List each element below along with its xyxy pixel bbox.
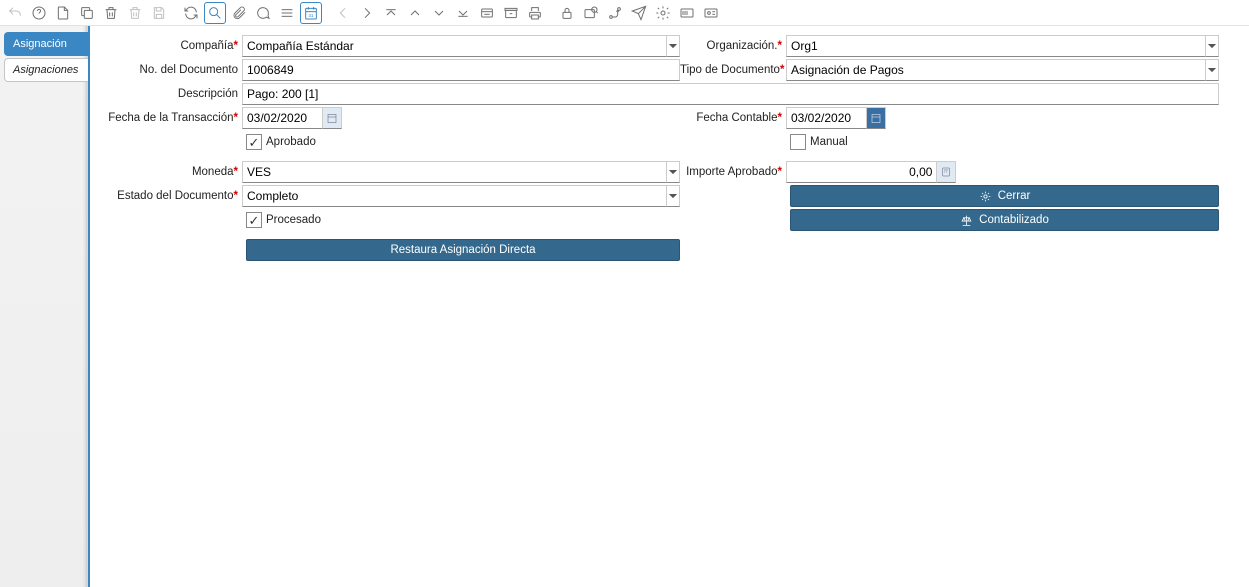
company-field[interactable]: [242, 35, 666, 57]
info-product-icon[interactable]: [676, 2, 698, 24]
label-approvedamt: Importe Aprobado*: [680, 166, 786, 178]
label-docno: No. del Documento: [100, 64, 242, 76]
chat-icon[interactable]: [252, 2, 274, 24]
posted-button[interactable]: Contabilizado: [790, 209, 1219, 231]
child-record-icon[interactable]: [452, 2, 474, 24]
delete-icon[interactable]: [100, 2, 122, 24]
delete-selection-icon[interactable]: [124, 2, 146, 24]
label-acctdate: Fecha Contable*: [680, 112, 786, 124]
doctype-dropdown-button[interactable]: [1205, 59, 1219, 81]
attachment-icon[interactable]: [228, 2, 250, 24]
acctdate-picker-button[interactable]: [866, 107, 886, 129]
info-bp-icon[interactable]: [700, 2, 722, 24]
label-org: Organización.*: [680, 40, 786, 52]
currency-dropdown-button[interactable]: [666, 161, 680, 183]
sidebar-tab-asignaciones[interactable]: Asignaciones: [4, 58, 88, 82]
nav-forward-icon[interactable]: [356, 2, 378, 24]
print-icon[interactable]: [524, 2, 546, 24]
gear-icon: [979, 190, 992, 203]
prev-record-icon[interactable]: [404, 2, 426, 24]
processed-label: Procesado: [266, 214, 321, 226]
label-company: Compañía*: [100, 40, 242, 52]
manual-checkbox[interactable]: [790, 134, 806, 150]
refresh-icon[interactable]: [180, 2, 202, 24]
gear-icon[interactable]: [652, 2, 674, 24]
form-content: Compañía* Organización.* No. del Documen…: [88, 26, 1249, 587]
svg-text:31: 31: [308, 13, 314, 18]
label-trxdate: Fecha de la Transacción*: [100, 112, 242, 124]
request-icon[interactable]: [628, 2, 650, 24]
label-doctype: Tipo de Documento*: [680, 64, 786, 76]
toggle-grid-icon[interactable]: [276, 2, 298, 24]
sidebar: Asignación Asignaciones: [0, 26, 88, 587]
docstatus-field[interactable]: [242, 185, 666, 207]
manual-label: Manual: [810, 136, 848, 148]
label-currency: Moneda*: [100, 166, 242, 178]
approved-label: Aprobado: [266, 136, 316, 148]
approvedamt-calc-button[interactable]: [936, 161, 956, 183]
label-desc: Descripción: [100, 88, 242, 100]
close-button[interactable]: Cerrar: [790, 185, 1219, 207]
parent-record-icon[interactable]: [380, 2, 402, 24]
sidebar-tab-asignacion[interactable]: Asignación: [4, 32, 88, 56]
save-icon[interactable]: [148, 2, 170, 24]
currency-field[interactable]: [242, 161, 666, 183]
calendar-icon[interactable]: 31: [300, 2, 322, 24]
undo-icon[interactable]: [4, 2, 26, 24]
docno-field[interactable]: [242, 59, 680, 81]
lock-icon[interactable]: [556, 2, 578, 24]
docstatus-dropdown-button[interactable]: [666, 185, 680, 207]
approved-checkbox[interactable]: [246, 134, 262, 150]
trxdate-field[interactable]: [242, 107, 322, 129]
archive-icon[interactable]: [500, 2, 522, 24]
trxdate-picker-button[interactable]: [322, 107, 342, 129]
copy-icon[interactable]: [76, 2, 98, 24]
zoom-across-icon[interactable]: [580, 2, 602, 24]
processed-checkbox[interactable]: [246, 212, 262, 228]
acctdate-field[interactable]: [786, 107, 866, 129]
new-icon[interactable]: [52, 2, 74, 24]
label-docstatus: Estado del Documento*: [100, 190, 242, 202]
workflow-icon[interactable]: [604, 2, 626, 24]
approvedamt-field[interactable]: [786, 161, 936, 183]
restore-button[interactable]: Restaura Asignación Directa: [246, 239, 680, 261]
help-icon[interactable]: [28, 2, 50, 24]
main-area: Asignación Asignaciones Compañía* Organi…: [0, 26, 1249, 587]
balance-icon: [960, 214, 973, 227]
org-field[interactable]: [786, 35, 1205, 57]
org-dropdown-button[interactable]: [1205, 35, 1219, 57]
desc-field[interactable]: [242, 83, 1219, 105]
toolbar: 31: [0, 0, 1249, 26]
nav-back-icon[interactable]: [332, 2, 354, 24]
doctype-field[interactable]: [786, 59, 1205, 81]
company-dropdown-button[interactable]: [666, 35, 680, 57]
find-icon[interactable]: [204, 2, 226, 24]
report-icon[interactable]: [476, 2, 498, 24]
next-record-icon[interactable]: [428, 2, 450, 24]
